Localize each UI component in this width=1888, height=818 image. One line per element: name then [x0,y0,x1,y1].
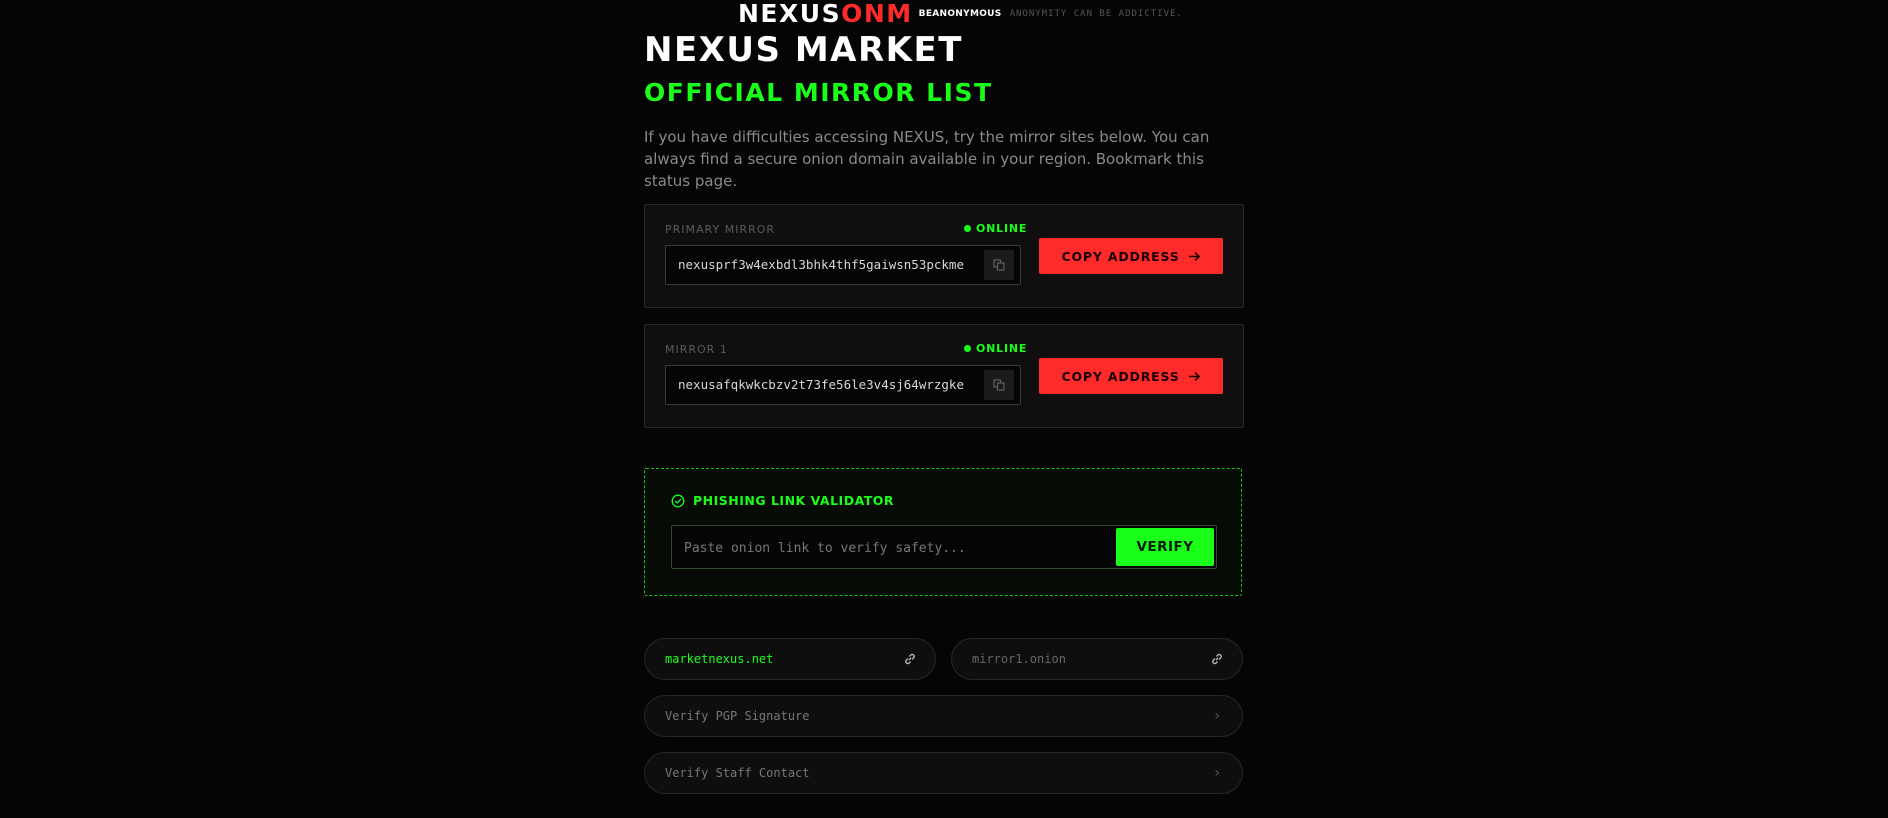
verify-pgp-text: Verify PGP Signature [665,709,810,723]
check-circle-icon [671,494,685,507]
validator-heading: PHISHING LINK VALIDATOR [671,493,894,508]
mirror-address-field[interactable]: nexusprf3w4exbdl3bhk4thf5gaiwsn53pckme [665,245,1021,285]
page-title: NEXUS MARKET [644,30,963,70]
copy-address-label: COPY ADDRESS [1061,248,1180,264]
copy-icon [993,379,1005,391]
link-icon [905,653,915,665]
copy-address-button[interactable]: COPY ADDRESS [1039,358,1223,394]
copy-address-button[interactable]: COPY ADDRESS [1039,238,1223,274]
brand-name: BEANONYMOUS [918,9,1002,19]
status-badge: ONLINE [964,222,1027,235]
intro-text: If you have difficulties accessing NEXUS… [644,128,1210,190]
status-dot-icon [964,345,971,352]
chevron-right-icon: › [1214,765,1220,781]
mirror-label: MIRROR 1 [665,343,728,356]
clearnet-link[interactable]: marketnexus.net [644,638,936,680]
chevron-right-icon: › [1214,708,1220,724]
arrow-right-icon [1188,371,1200,381]
mirror-card-1: MIRROR 1 ONLINE nexusafqkwkcbzv2t73fe56l… [644,324,1244,428]
mirror-card-primary: PRIMARY MIRROR ONLINE nexusprf3w4exbdl3b… [644,204,1244,308]
validator-input-row: VERIFY [671,525,1217,570]
site-logo[interactable]: NEXUSONM [738,0,913,28]
link-icon [1212,653,1222,665]
onion-link-input[interactable] [672,526,1126,570]
copy-icon [993,259,1005,271]
status-badge: ONLINE [964,342,1027,355]
onion-link-text: mirror1.onion [972,652,1066,666]
mirror-label: PRIMARY MIRROR [665,223,776,236]
copy-icon-button[interactable] [984,370,1014,400]
status-text: ONLINE [976,222,1028,235]
clearnet-link-text: marketnexus.net [665,652,774,666]
logo-main: NEXUS [738,0,842,28]
mirror-address[interactable]: nexusafqkwkcbzv2t73fe56le3v4sj64wrzgke [678,377,978,392]
logo-accent: ONM [841,0,913,28]
copy-icon-button[interactable] [984,250,1014,280]
verify-staff-text: Verify Staff Contact [665,766,810,780]
verify-pgp-link[interactable]: Verify PGP Signature › [644,695,1243,737]
phishing-validator: PHISHING LINK VALIDATOR VERIFY [644,468,1242,596]
validator-title: PHISHING LINK VALIDATOR [693,493,895,508]
onion-link[interactable]: mirror1.onion [951,638,1243,680]
page-subtitle: OFFICIAL MIRROR LIST [644,78,993,107]
mirror-address-field[interactable]: nexusafqkwkcbzv2t73fe56le3v4sj64wrzgke [665,365,1021,405]
status-dot-icon [964,225,971,232]
verify-button[interactable]: VERIFY [1116,528,1214,566]
copy-address-label: COPY ADDRESS [1061,368,1180,384]
main-content: NEXUS MARKET OFFICIAL MIRROR LIST If you… [644,30,1244,794]
arrow-right-icon [1188,251,1200,261]
tagline: ANONYMITY CAN BE ADDICTIVE. [1009,9,1183,19]
mirror-address[interactable]: nexusprf3w4exbdl3bhk4thf5gaiwsn53pckme [678,257,978,272]
top-bar: NEXUSONM BEANONYMOUS ANONYMITY CAN BE AD… [738,0,1183,28]
status-text: ONLINE [976,342,1028,355]
verify-staff-link[interactable]: Verify Staff Contact › [644,752,1243,794]
